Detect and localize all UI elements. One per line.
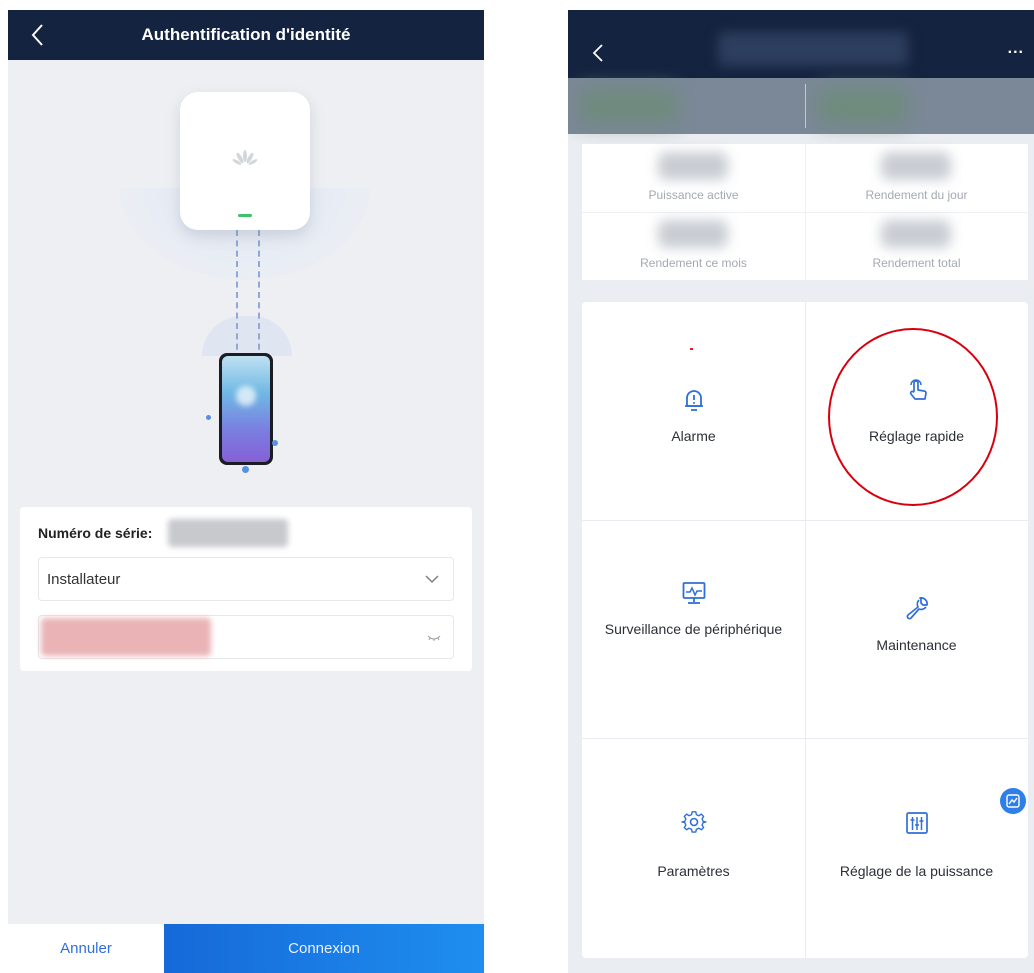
bottom-action-bar: Annuler Connexion (8, 924, 484, 973)
status-value-redacted (818, 88, 908, 124)
stat-label: Puissance active (648, 188, 739, 202)
stat-value-redacted (658, 152, 728, 180)
brand-logo-icon (232, 150, 258, 165)
page-title: Authentification d'identité (141, 25, 351, 44)
login-form-card: Numéro de série: Installateur (20, 507, 472, 671)
signal-beam (236, 230, 238, 360)
gear-icon (681, 811, 707, 833)
device-status-strip (568, 78, 1034, 134)
hide-password-icon[interactable] (427, 634, 441, 642)
device-name-redacted (718, 32, 908, 66)
stat-value-redacted (658, 220, 728, 248)
menu-item-label: Réglage de la puissance (839, 863, 994, 879)
signal-beam (258, 230, 260, 360)
stat-monthly-yield: Rendement ce mois (582, 212, 805, 280)
annotation-mark (690, 348, 693, 350)
status-value-redacted (578, 88, 678, 124)
password-field[interactable] (38, 615, 454, 659)
stat-daily-yield: Rendement du jour (805, 144, 1028, 212)
trend-chart-icon (1006, 794, 1020, 808)
serial-number-label: Numéro de série: (38, 525, 153, 541)
phone-halo (202, 316, 292, 356)
header-bar: Authentification d'identité (8, 10, 484, 60)
menu-item-label: Maintenance (876, 637, 957, 653)
menu-item-label: Paramètres (657, 863, 730, 879)
decor-dot (206, 415, 211, 420)
energy-stats-panel: Puissance active Rendement du jour Rende… (582, 144, 1028, 280)
smartphone-image (219, 353, 273, 465)
header-bar: ... (568, 10, 1034, 78)
menu-item-power-adjustment[interactable]: Réglage de la puissance (805, 738, 1028, 956)
stat-active-power: Puissance active (582, 144, 805, 212)
monitor-icon (682, 582, 706, 604)
menu-item-label: Surveillance de périphérique (604, 621, 783, 637)
menu-item-settings[interactable]: Paramètres (582, 738, 805, 956)
serial-number-value-redacted (168, 519, 288, 547)
dongle-device-image (180, 92, 310, 230)
menu-item-alarm[interactable]: Alarme (582, 302, 805, 520)
menu-item-device-monitoring[interactable]: Surveillance de périphérique (582, 520, 805, 738)
menu-item-label: Alarme (671, 428, 716, 444)
stat-label: Rendement total (872, 256, 961, 270)
connect-button[interactable]: Connexion (164, 924, 484, 973)
decor-dot (242, 466, 249, 473)
more-options-button[interactable]: ... (1008, 40, 1024, 58)
chevron-down-icon (425, 575, 439, 584)
identity-auth-screen: Authentification d'identité Numéro de sé… (8, 10, 484, 973)
user-role-select[interactable]: Installateur (38, 557, 454, 601)
stat-value-redacted (881, 220, 951, 248)
back-arrow-icon[interactable] (590, 42, 608, 64)
bell-alert-icon (685, 390, 703, 411)
decor-dot (272, 440, 278, 446)
cancel-button[interactable]: Annuler (8, 924, 164, 973)
stat-label: Rendement du jour (865, 188, 968, 202)
menu-item-maintenance[interactable]: Maintenance (805, 520, 1028, 738)
stat-total-yield: Rendement total (805, 212, 1028, 280)
stat-value-redacted (881, 152, 951, 180)
stat-label: Rendement ce mois (640, 256, 747, 270)
wrench-icon (906, 597, 928, 620)
user-role-value: Installateur (47, 571, 121, 588)
highlight-circle-annotation (828, 328, 998, 506)
status-led (238, 214, 252, 217)
chart-shortcut-button[interactable] (1000, 788, 1026, 814)
device-dashboard-screen: ... Puissance active Rendement du jour R… (568, 10, 1034, 973)
sliders-icon (906, 812, 928, 834)
password-value-redacted (41, 618, 211, 656)
